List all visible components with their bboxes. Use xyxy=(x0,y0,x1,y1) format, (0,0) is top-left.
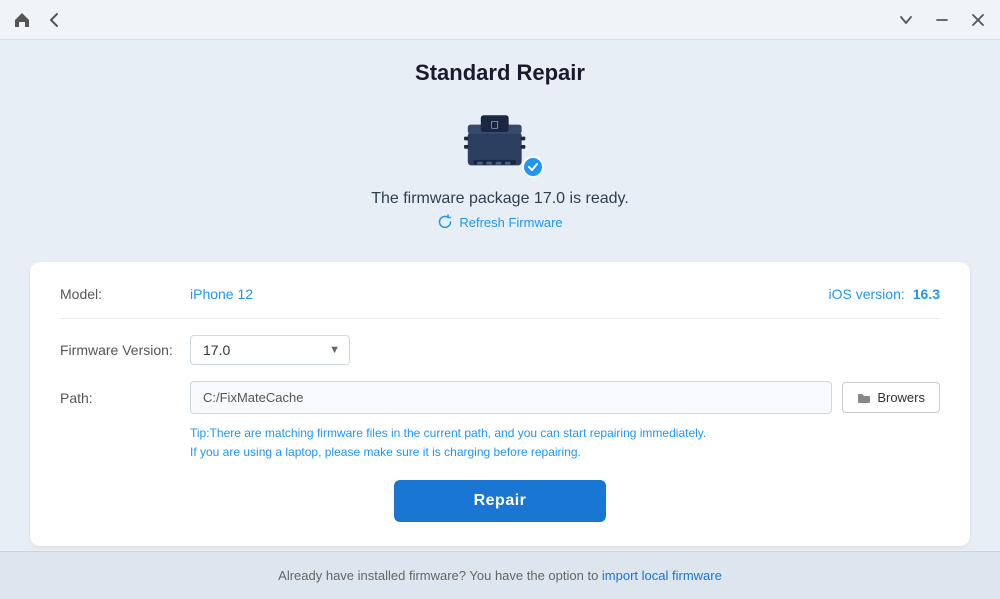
titlebar-left xyxy=(12,10,64,30)
check-badge xyxy=(522,156,544,178)
firmware-version-row: Firmware Version: 17.0 16.3 16.0 15.7 ▼ xyxy=(60,335,940,365)
tip-line2: If you are using a laptop, please make s… xyxy=(190,443,940,462)
firmware-ready-text: The firmware package 17.0 is ready. xyxy=(371,190,629,208)
home-button[interactable] xyxy=(12,10,32,30)
page-title: Standard Repair xyxy=(415,60,585,86)
path-row: Path: Browers xyxy=(60,381,940,414)
refresh-link-row[interactable]: Refresh Firmware xyxy=(437,214,562,230)
ios-label: iOS version: xyxy=(829,286,905,302)
repair-button[interactable]: Repair xyxy=(394,480,607,522)
back-icon xyxy=(46,12,62,28)
chevron-down-icon xyxy=(898,12,914,28)
firmware-version-label: Firmware Version: xyxy=(60,342,190,358)
model-row: Model: iPhone 12 iOS version: 16.3 xyxy=(60,286,940,302)
tip-text: Tip:There are matching firmware files in… xyxy=(190,424,940,462)
firmware-select-wrapper: 17.0 16.3 16.0 15.7 ▼ xyxy=(190,335,350,365)
path-label: Path: xyxy=(60,390,190,406)
chevron-button[interactable] xyxy=(896,10,916,30)
footer-text: Already have installed firmware? You hav… xyxy=(278,568,602,583)
divider xyxy=(60,318,940,319)
minimize-icon xyxy=(935,13,949,27)
close-icon xyxy=(971,13,985,27)
main-content: Standard Repair  xyxy=(0,40,1000,551)
path-input[interactable] xyxy=(190,381,832,414)
svg-text::  xyxy=(491,119,499,131)
device-icon-area:  The firmware package 17 xyxy=(371,106,629,230)
folder-icon xyxy=(857,391,871,405)
refresh-icon xyxy=(437,214,453,230)
titlebar xyxy=(0,0,1000,40)
footer: Already have installed firmware? You hav… xyxy=(0,551,1000,599)
firmware-version-select[interactable]: 17.0 16.3 16.0 15.7 xyxy=(190,335,350,365)
browsers-btn-label: Browers xyxy=(877,390,925,405)
model-label: Model: xyxy=(60,286,190,302)
ios-value: 16.3 xyxy=(913,286,940,302)
tip-line1: Tip:There are matching firmware files in… xyxy=(190,424,940,443)
model-value: iPhone 12 xyxy=(190,286,253,302)
device-icon-wrapper:  xyxy=(460,106,540,176)
check-icon xyxy=(527,161,539,173)
titlebar-right xyxy=(896,10,988,30)
minimize-button[interactable] xyxy=(932,10,952,30)
back-button[interactable] xyxy=(44,10,64,30)
ios-version-area: iOS version: 16.3 xyxy=(829,286,941,302)
home-icon xyxy=(13,11,31,29)
import-local-firmware-link[interactable]: import local firmware xyxy=(602,568,722,583)
card: Model: iPhone 12 iOS version: 16.3 Firmw… xyxy=(30,262,970,546)
repair-btn-row: Repair xyxy=(60,480,940,522)
close-button[interactable] xyxy=(968,10,988,30)
browsers-button[interactable]: Browers xyxy=(842,382,940,413)
refresh-link-text[interactable]: Refresh Firmware xyxy=(459,215,562,230)
